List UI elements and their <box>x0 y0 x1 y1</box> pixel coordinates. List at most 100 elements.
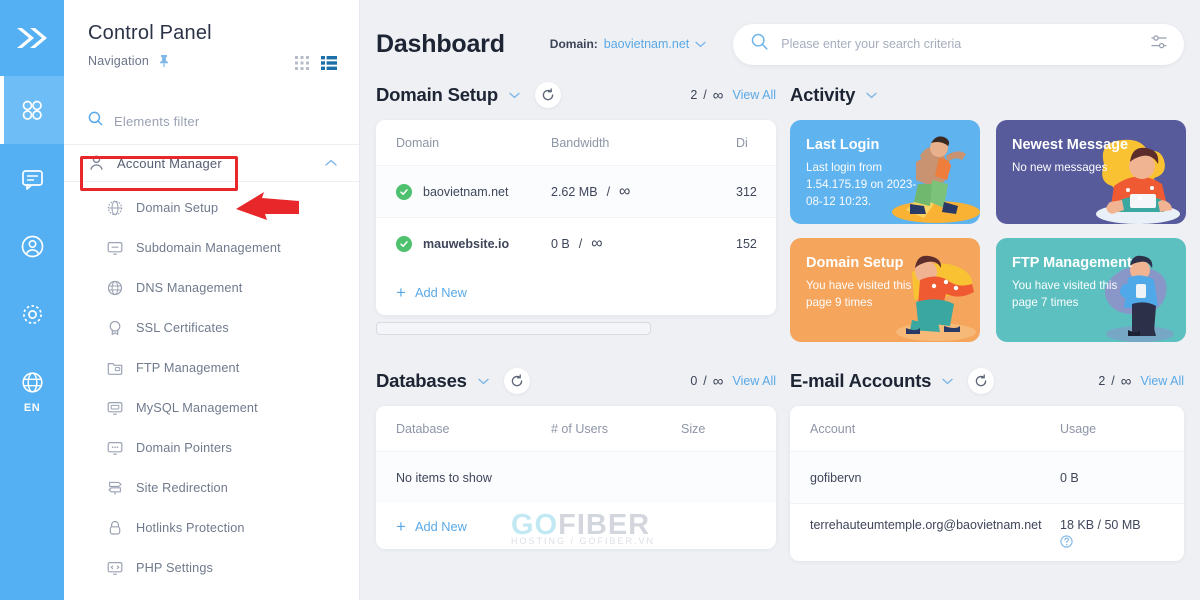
sidebar-item-domain-setup[interactable]: Domain Setup <box>64 188 359 228</box>
cell-bandwidth-separator: / <box>606 184 611 199</box>
chevron-down-icon[interactable] <box>942 372 953 390</box>
count-value: 2 <box>690 88 698 102</box>
control-panel-app: EN Control Panel Navigation Elements fil… <box>0 0 1200 600</box>
folder-icon <box>106 360 123 377</box>
column-header-database: Database <box>396 421 450 436</box>
sidebar-item-subdomain-management[interactable]: Subdomain Management <box>64 228 359 268</box>
sidebar-item-label: FTP Management <box>136 361 240 375</box>
activity-tile-last-login[interactable]: Last Login Last login from 1.54.175.19 o… <box>790 120 980 224</box>
chevron-down-icon[interactable] <box>695 35 706 53</box>
rail-item-account[interactable] <box>0 212 64 280</box>
sliders-icon[interactable] <box>1150 33 1168 56</box>
search-box[interactable] <box>733 23 1184 65</box>
view-all-link[interactable]: View All <box>732 88 776 102</box>
sidebar-item-label: Domain Setup <box>136 201 219 215</box>
activity-header: Activity <box>790 78 1186 112</box>
navigation-panel: Control Panel Navigation Elements filter… <box>64 0 360 600</box>
chevron-down-icon[interactable] <box>509 86 520 104</box>
table-row[interactable]: terrehauteumtemple.org@baovietnam.net 18… <box>790 503 1184 561</box>
rail-item-language[interactable] <box>0 348 64 416</box>
page-title: Dashboard <box>376 29 505 58</box>
sidebar-group-label: Account Manager <box>117 155 222 171</box>
cell-account: terrehauteumtemple.org@baovietnam.net <box>810 518 1042 532</box>
view-all-link[interactable]: View All <box>732 374 776 388</box>
certificate-icon <box>106 320 123 337</box>
elements-filter-placeholder: Elements filter <box>114 113 200 129</box>
add-new-database-button[interactable]: + Add New <box>376 503 776 549</box>
sidebar-item-ssl-certificates[interactable]: SSL Certificates <box>64 308 359 348</box>
add-new-domain-button[interactable]: + Add New <box>376 269 776 315</box>
check-circle-icon <box>396 183 412 200</box>
globe-icon <box>106 280 123 297</box>
count-separator: / <box>703 374 707 388</box>
sidebar-item-php-settings[interactable]: PHP Settings <box>64 548 359 588</box>
domain-setup-table: Domain Bandwidth Di baovietnam.net 2.62 <box>376 120 776 315</box>
user-circle-icon <box>21 235 43 257</box>
domain-setup-header: Domain Setup 2 / ∞ View All <box>376 78 776 112</box>
refresh-icon[interactable] <box>968 368 995 394</box>
refresh-icon[interactable] <box>503 368 530 394</box>
sidebar-item-site-redirection[interactable]: Site Redirection <box>64 468 359 508</box>
grid-view-icon[interactable] <box>295 56 309 75</box>
section-title: Domain Setup <box>376 84 498 105</box>
chevron-up-icon[interactable] <box>325 154 337 172</box>
cell-bandwidth-limit: ∞ <box>591 234 603 252</box>
rail-item-messages[interactable] <box>0 144 64 212</box>
sidebar-item-label: MySQL Management <box>136 401 258 415</box>
table-row[interactable]: mauwebsite.io 0 B / ∞ 152 <box>376 217 776 269</box>
column-header-account: Account <box>810 421 856 436</box>
count-value: 0 <box>690 374 698 388</box>
sidebar-group-account-manager[interactable]: Account Manager <box>64 144 359 182</box>
cell-usage: 0 B <box>1060 470 1079 485</box>
activity-tile-ftp-management[interactable]: FTP Management You have visited this pag… <box>996 238 1186 342</box>
tile-title: FTP Management <box>1012 255 1132 271</box>
column-header-usage: Usage <box>1060 421 1097 436</box>
sidebar-item-mysql-management[interactable]: MySQL Management <box>64 388 359 428</box>
email-accounts-header: E-mail Accounts 2 / ∞ View All <box>790 364 1184 398</box>
sidebar-item-dns-management[interactable]: DNS Management <box>64 268 359 308</box>
refresh-icon[interactable] <box>534 82 561 108</box>
sidebar-item-label: PHP Settings <box>136 561 214 575</box>
section-title: E-mail Accounts <box>790 370 932 391</box>
chevron-down-icon[interactable] <box>866 86 877 104</box>
sidebar-item-label: SSL Certificates <box>136 321 229 335</box>
sidebar-item-domain-pointers[interactable]: Domain Pointers <box>64 428 359 468</box>
pin-icon[interactable] <box>158 54 170 68</box>
table-row[interactable]: baovietnam.net 2.62 MB / ∞ 312 <box>376 165 776 217</box>
plus-icon: + <box>396 516 406 536</box>
list-view-icon[interactable] <box>321 56 337 75</box>
domain-selector[interactable]: Domain: baovietnam.net <box>550 35 706 53</box>
activity-tile-newest-message[interactable]: Newest Message No new messages <box>996 120 1186 224</box>
table-row[interactable]: gofibervn 0 B <box>790 451 1184 503</box>
rail-item-settings[interactable] <box>0 280 64 348</box>
help-circle-icon[interactable] <box>1060 535 1141 551</box>
domain-value[interactable]: baovietnam.net <box>604 37 689 51</box>
activity-tile-domain-setup[interactable]: Domain Setup You have visited this page … <box>790 238 980 342</box>
column-header-users: # of Users <box>551 421 608 436</box>
app-logo[interactable] <box>0 0 64 76</box>
rail-item-dashboard[interactable] <box>0 76 64 144</box>
view-all-link[interactable]: View All <box>1140 374 1184 388</box>
sidebar-item-label: Hotlinks Protection <box>136 521 245 535</box>
empty-state-text: No items to show <box>396 470 492 485</box>
sidebar-item-label: DNS Management <box>136 281 243 295</box>
sidebar-item-hotlinks-protection[interactable]: Hotlinks Protection <box>64 508 359 548</box>
elements-filter-row[interactable]: Elements filter <box>64 98 359 144</box>
count-limit: ∞ <box>712 86 724 104</box>
chevron-down-icon[interactable] <box>478 372 489 390</box>
sidebar-item-label: Domain Pointers <box>136 441 233 455</box>
search-input[interactable] <box>781 37 1137 51</box>
sidebar-item-label: Subdomain Management <box>136 241 281 255</box>
add-new-label: Add New <box>414 284 467 300</box>
horizontal-scrollbar[interactable] <box>376 322 651 335</box>
sidebar-item-label: Site Redirection <box>136 481 228 495</box>
count-limit: ∞ <box>712 372 724 390</box>
table-header-row: Database # of Users Size <box>376 406 776 451</box>
sidebar-item-ftp-management[interactable]: FTP Management <box>64 348 359 388</box>
domain-setup-section: Domain Setup 2 / ∞ View All Domain Bandw… <box>376 78 776 342</box>
count-value: 2 <box>1098 374 1106 388</box>
cell-disk: 312 <box>736 184 757 199</box>
top-bar: Dashboard Domain: baovietnam.net <box>360 0 1200 66</box>
control-panel-title: Control Panel <box>88 22 212 44</box>
empty-state-row: No items to show <box>376 451 776 503</box>
